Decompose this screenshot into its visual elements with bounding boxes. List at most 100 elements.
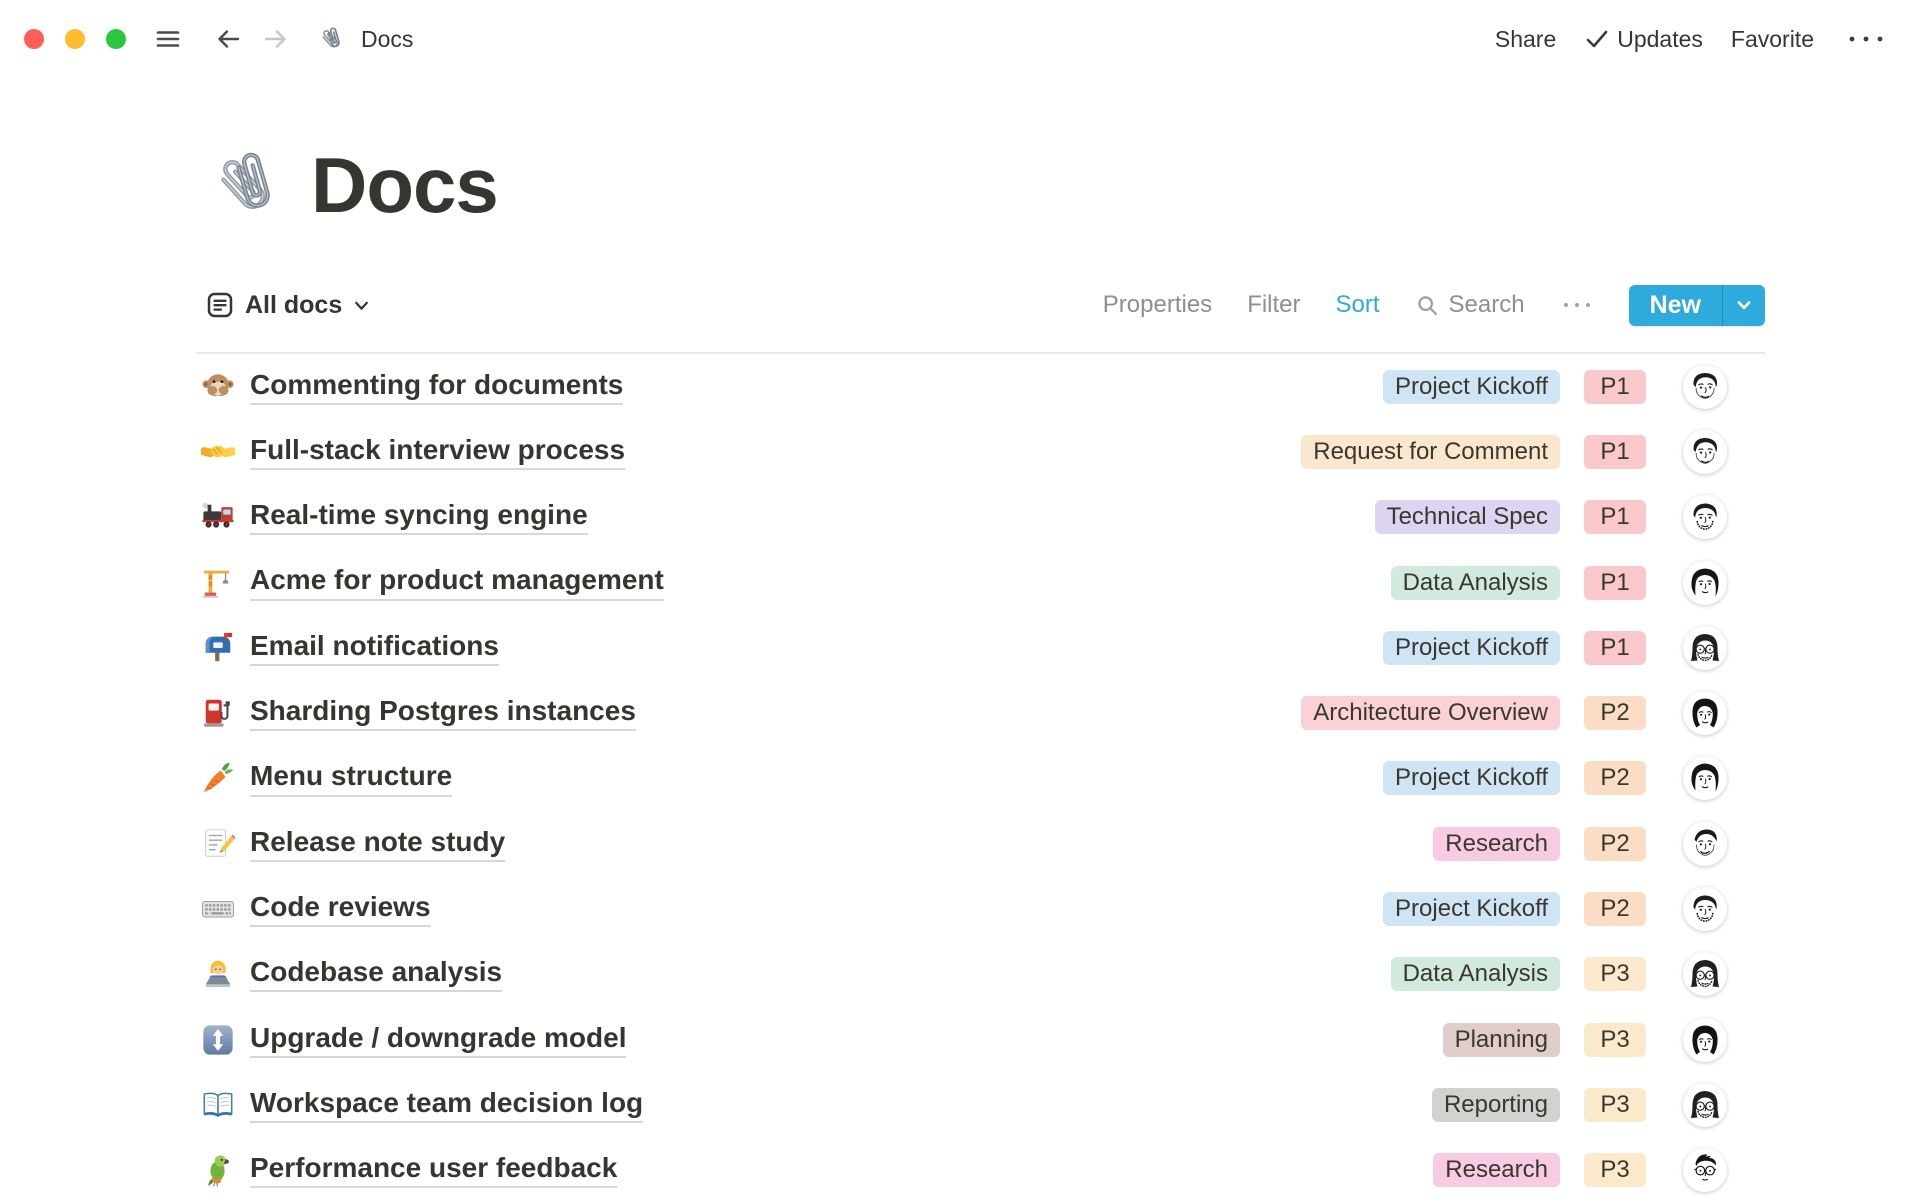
- paperclip-icon: [316, 23, 348, 55]
- toolbar-actions: Properties Filter Sort Search New: [1103, 285, 1765, 326]
- doc-title-link[interactable]: Upgrade / downgrade model: [250, 1022, 626, 1058]
- assignee-avatar: [1683, 691, 1727, 735]
- ellipsis-icon: [1842, 24, 1890, 54]
- assignee-avatar: [1683, 952, 1727, 996]
- chevron-down-icon: [1734, 295, 1754, 315]
- doc-title-link[interactable]: Real-time syncing engine: [250, 499, 588, 535]
- doc-row[interactable]: Code reviews Project Kickoff P2: [196, 876, 1765, 941]
- hamburger-icon: [153, 24, 183, 54]
- arrow-left-icon: [214, 25, 242, 53]
- doc-title-link[interactable]: Full-stack interview process: [250, 434, 625, 470]
- chevron-down-icon: [352, 296, 371, 315]
- view-toolbar: All docs Properties Filter Sort Search N…: [205, 283, 1765, 327]
- search-button[interactable]: Search: [1415, 291, 1525, 319]
- window-controls: [24, 29, 126, 49]
- assignee-avatar: [1683, 626, 1727, 670]
- doc-emoji-icon: [201, 631, 235, 665]
- properties-button[interactable]: Properties: [1103, 291, 1212, 319]
- doc-type-tag: Planning: [1443, 1023, 1560, 1057]
- doc-title-link[interactable]: Sharding Postgres instances: [250, 695, 636, 731]
- new-dropdown-button[interactable]: [1723, 285, 1765, 326]
- page-title[interactable]: Docs: [311, 140, 498, 230]
- assignee-avatar: [1683, 756, 1727, 800]
- doc-row[interactable]: Menu structure Project Kickoff P2: [196, 746, 1765, 811]
- doc-row[interactable]: Workspace team decision log Reporting P3: [196, 1072, 1765, 1137]
- docs-list-icon: [205, 290, 235, 320]
- doc-type-tag: Reporting: [1432, 1088, 1560, 1122]
- doc-type-tag: Technical Spec: [1375, 500, 1560, 534]
- assignee-avatar: [1683, 1018, 1727, 1062]
- close-window-button[interactable]: [24, 29, 44, 49]
- priority-badge: P1: [1584, 500, 1646, 534]
- minimize-window-button[interactable]: [65, 29, 85, 49]
- doc-title-link[interactable]: Email notifications: [250, 630, 499, 666]
- priority-badge: P2: [1584, 761, 1646, 795]
- forward-button[interactable]: [262, 25, 290, 53]
- share-button[interactable]: Share: [1495, 26, 1556, 53]
- priority-badge: P3: [1584, 1023, 1646, 1057]
- priority-badge: P1: [1584, 631, 1646, 665]
- updates-label: Updates: [1617, 26, 1703, 53]
- sidebar-menu-button[interactable]: [153, 24, 183, 54]
- doc-row[interactable]: Performance user feedback Research P3: [196, 1138, 1765, 1203]
- doc-type-tag: Data Analysis: [1391, 566, 1560, 600]
- doc-title-link[interactable]: Codebase analysis: [250, 956, 502, 992]
- view-options-button[interactable]: [1560, 292, 1594, 318]
- doc-emoji-icon: [201, 500, 235, 534]
- docs-table: Commenting for documents Project Kickoff…: [196, 352, 1765, 1203]
- assignee-avatar: [1683, 365, 1727, 409]
- doc-row[interactable]: Release note study Research P2: [196, 811, 1765, 876]
- doc-row[interactable]: Real-time syncing engine Technical Spec …: [196, 485, 1765, 550]
- doc-row[interactable]: Full-stack interview process Request for…: [196, 419, 1765, 484]
- doc-emoji-icon: [201, 370, 235, 404]
- assignee-avatar: [1683, 1148, 1727, 1192]
- doc-emoji-icon: [201, 696, 235, 730]
- doc-row[interactable]: Commenting for documents Project Kickoff…: [196, 354, 1765, 419]
- view-tab-all-docs[interactable]: All docs: [205, 290, 371, 320]
- updates-button[interactable]: Updates: [1584, 26, 1703, 53]
- priority-badge: P2: [1584, 892, 1646, 926]
- assignee-avatar: [1683, 822, 1727, 866]
- ellipsis-icon: [1560, 292, 1594, 318]
- doc-emoji-icon: [201, 1088, 235, 1122]
- doc-type-tag: Project Kickoff: [1383, 370, 1560, 404]
- doc-title-link[interactable]: Release note study: [250, 826, 505, 862]
- priority-badge: P1: [1584, 370, 1646, 404]
- doc-type-tag: Project Kickoff: [1383, 892, 1560, 926]
- doc-title-link[interactable]: Code reviews: [250, 891, 431, 927]
- sort-button[interactable]: Sort: [1336, 291, 1380, 319]
- assignee-avatar: [1683, 495, 1727, 539]
- doc-title-link[interactable]: Workspace team decision log: [250, 1087, 643, 1123]
- new-doc-button[interactable]: New: [1629, 285, 1765, 326]
- priority-badge: P3: [1584, 1153, 1646, 1187]
- page-heading: Docs: [203, 140, 498, 230]
- more-options-button[interactable]: [1842, 24, 1890, 54]
- doc-title-link[interactable]: Menu structure: [250, 760, 452, 796]
- doc-title-link[interactable]: Acme for product management: [250, 564, 664, 600]
- doc-row[interactable]: Acme for product management Data Analysi…: [196, 550, 1765, 615]
- doc-row[interactable]: Email notifications Project Kickoff P1: [196, 615, 1765, 680]
- doc-row[interactable]: Upgrade / downgrade model Planning P3: [196, 1007, 1765, 1072]
- doc-emoji-icon: [201, 892, 235, 926]
- doc-type-tag: Data Analysis: [1391, 957, 1560, 991]
- check-icon: [1584, 26, 1610, 52]
- doc-title-link[interactable]: Commenting for documents: [250, 369, 623, 405]
- assignee-avatar: [1683, 561, 1727, 605]
- doc-row[interactable]: Codebase analysis Data Analysis P3: [196, 942, 1765, 1007]
- doc-type-tag: Research: [1433, 827, 1560, 861]
- breadcrumb-title[interactable]: Docs: [361, 26, 413, 53]
- doc-type-tag: Architecture Overview: [1301, 696, 1560, 730]
- back-button[interactable]: [214, 25, 242, 53]
- doc-title-link[interactable]: Performance user feedback: [250, 1152, 617, 1188]
- titlebar-actions: Share Updates Favorite: [1495, 24, 1890, 54]
- arrow-right-icon: [262, 25, 290, 53]
- doc-emoji-icon: [201, 435, 235, 469]
- favorite-button[interactable]: Favorite: [1731, 26, 1814, 53]
- filter-button[interactable]: Filter: [1247, 291, 1300, 319]
- priority-badge: P3: [1584, 1088, 1646, 1122]
- doc-type-tag: Research: [1433, 1153, 1560, 1187]
- fullscreen-window-button[interactable]: [106, 29, 126, 49]
- linked-paperclips-icon[interactable]: [203, 140, 293, 230]
- doc-row[interactable]: Sharding Postgres instances Architecture…: [196, 680, 1765, 745]
- window-titlebar: Docs Share Updates Favorite: [0, 7, 1920, 71]
